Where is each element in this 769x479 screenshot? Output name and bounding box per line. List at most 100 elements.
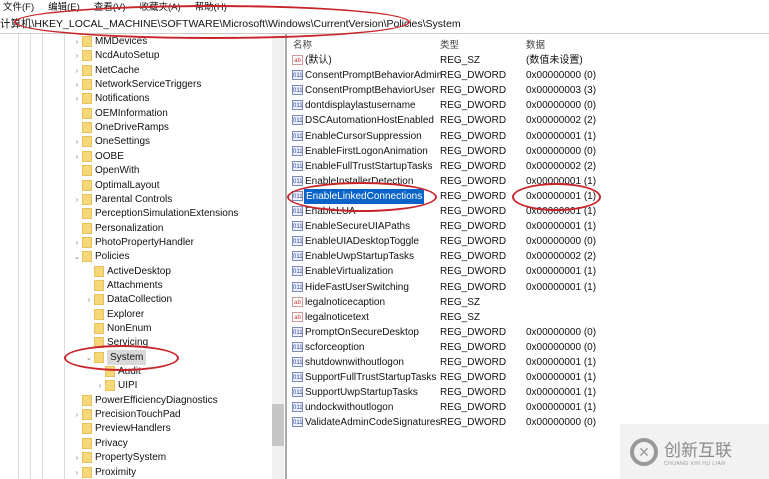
tree-item[interactable]: OEMInformation (72, 106, 168, 121)
value-row[interactable]: ab legalnoticetext REG_SZ (287, 310, 757, 325)
value-row[interactable]: 011 shutdownwithoutlogon REG_DWORD 0x000000… (287, 355, 757, 370)
folder-icon (82, 409, 92, 421)
value-row[interactable]: 011 SupportUwpStartupTasks REG_DWORD 0x0000… (287, 385, 757, 400)
tree-item[interactable]: PowerEfficiencyDiagnostics (72, 393, 218, 408)
tree-item[interactable]: › NcdAutoSetup (72, 48, 160, 63)
tree-guide-line (18, 34, 19, 479)
value-row[interactable]: 011 EnableCursorSuppression REG_DWORD 0x000… (287, 129, 757, 144)
chevron-right-icon[interactable]: › (72, 34, 82, 49)
menu-item[interactable]: 收藏夹(A) (139, 0, 180, 16)
tree-item[interactable]: › NetCache (72, 63, 139, 78)
value-row[interactable]: 011 EnableSecureUIAPaths REG_DWORD 0x000000… (287, 219, 757, 234)
tree-item[interactable]: › OneSettings (72, 134, 150, 149)
menu-item[interactable]: 帮助(H) (195, 0, 227, 16)
dword-value-icon: 011 (292, 266, 303, 277)
tree-item[interactable]: › MMDevices (72, 34, 147, 49)
chevron-right-icon[interactable]: › (72, 407, 82, 422)
tree-item[interactable]: PerceptionSimulationExtensions (72, 206, 238, 221)
column-header-type[interactable]: 类型 (440, 37, 459, 51)
value-row[interactable]: 011 EnableUIADesktopToggle REG_DWORD 0x0000… (287, 234, 757, 249)
tree-item[interactable]: › DataCollection (84, 292, 172, 307)
tree-item[interactable]: NonEnum (84, 321, 151, 336)
value-name: ConsentPromptBehaviorUser (305, 85, 436, 97)
value-name: SupportUwpStartupTasks (305, 387, 418, 399)
tree-item[interactable]: OptimalLayout (72, 178, 159, 193)
value-data: 0x00000000 (0) (526, 145, 597, 157)
value-type: REG_DWORD (440, 70, 507, 82)
value-row[interactable]: 011 dontdisplaylastusername REG_DWORD 0x000… (287, 98, 757, 113)
tree-item[interactable]: PreviewHandlers (72, 421, 171, 436)
value-row[interactable]: 011 ConsentPromptBehaviorAdmin REG_DWORD 0x… (287, 68, 757, 83)
value-row[interactable]: 011 ConsentPromptBehaviorUser REG_DWORD 0x0… (287, 83, 757, 98)
folder-icon (94, 294, 104, 306)
tree-item[interactable]: › Parental Controls (72, 192, 172, 207)
value-row[interactable]: ab legalnoticecaption REG_SZ (287, 295, 757, 310)
chevron-right-icon[interactable]: › (95, 378, 105, 393)
value-name: EnableUwpStartupTasks (305, 251, 414, 263)
chevron-right-icon[interactable]: › (72, 450, 82, 465)
value-row[interactable]: 011 undockwithoutlogon REG_DWORD 0x00000001… (287, 400, 757, 415)
folder-icon (82, 452, 92, 464)
value-row[interactable]: 011 EnableInstallerDetection REG_DWORD 0x00… (287, 174, 757, 189)
folder-icon (82, 36, 92, 47)
tree-item[interactable]: › UIPI (95, 378, 137, 393)
value-name: EnableFirstLogonAnimation (305, 145, 428, 157)
value-row[interactable]: 011 EnableUwpStartupTasks REG_DWORD 0x00000… (287, 249, 757, 264)
tree-scrollbar[interactable] (272, 34, 284, 479)
column-header-data[interactable]: 数据 (526, 37, 545, 51)
chevron-right-icon[interactable]: › (72, 149, 82, 164)
tree-item[interactable]: OneDriveRamps (72, 120, 169, 135)
chevron-right-icon[interactable]: › (72, 63, 82, 78)
chevron-right-icon[interactable]: › (72, 134, 82, 149)
tree-item[interactable]: › PrecisionTouchPad (72, 407, 181, 422)
value-row[interactable]: 011 DSCAutomationHostEnabled REG_DWORD 0x00… (287, 113, 757, 128)
tree-item[interactable]: Audit (95, 364, 141, 379)
value-row[interactable]: 011 PromptOnSecureDesktop REG_DWORD 0x00000… (287, 325, 757, 340)
tree-item[interactable]: › PhotoPropertyHandler (72, 235, 194, 250)
tree-item-label: PowerEfficiencyDiagnostics (95, 394, 218, 406)
value-row[interactable]: 011 scforceoption REG_DWORD 0x00000000 (0) (287, 340, 757, 355)
value-row[interactable]: 011 EnableFullTrustStartupTasks REG_DWORD 0… (287, 159, 757, 174)
chevron-right-icon[interactable]: › (72, 235, 82, 250)
value-row[interactable]: 011 EnableFirstLogonAnimation REG_DWORD 0x0… (287, 144, 757, 159)
chevron-right-icon[interactable]: › (72, 91, 82, 106)
value-data: 0x00000000 (0) (526, 341, 597, 353)
tree-item[interactable]: Attachments (84, 278, 163, 293)
tree-item[interactable]: ⌄ System (84, 349, 147, 365)
value-name: scforceoption (305, 341, 365, 353)
value-row[interactable]: ab (默认) REG_SZ (数值未设置) (287, 53, 757, 68)
value-row[interactable]: 011 EnableLUA REG_DWORD 0x00000001 (1) (287, 204, 757, 219)
value-data: 0x00000003 (3) (526, 85, 597, 97)
menu-item[interactable]: 查看(V) (94, 0, 126, 16)
scrollbar-thumb[interactable] (272, 404, 284, 446)
chevron-right-icon[interactable]: › (72, 48, 82, 63)
tree-item[interactable]: ⌄ Policies (72, 249, 129, 264)
address-bar[interactable]: 计算机\HKEY_LOCAL_MACHINE\SOFTWARE\Microsof… (0, 16, 769, 34)
value-row[interactable]: 011 EnableLinkedConnections REG_DWORD 0x000… (287, 188, 757, 204)
value-type: REG_DWORD (440, 175, 507, 187)
tree-item[interactable]: › Notifications (72, 91, 149, 106)
tree-item[interactable]: › OOBE (72, 149, 124, 164)
tree-item[interactable]: Explorer (84, 307, 144, 322)
tree-item[interactable]: › NetworkServiceTriggers (72, 77, 201, 92)
tree-item[interactable]: Privacy (72, 436, 128, 451)
value-type: REG_SZ (440, 55, 481, 66)
value-row[interactable]: 011 EnableVirtualization REG_DWORD 0x000000… (287, 264, 757, 279)
tree-item[interactable]: Servicing (84, 335, 148, 350)
tree-item[interactable]: Personalization (72, 221, 163, 236)
chevron-down-icon[interactable]: ⌄ (84, 350, 94, 365)
tree-item[interactable]: › PropertySystem (72, 450, 166, 465)
chevron-right-icon[interactable]: › (72, 192, 82, 207)
value-row[interactable]: 011 SupportFullTrustStartupTasks REG_DWORD… (287, 370, 757, 385)
value-row[interactable]: 011 HideFastUserSwitching REG_DWORD 0x00000… (287, 280, 757, 295)
chevron-right-icon[interactable]: › (72, 465, 82, 479)
menu-item[interactable]: 编辑(E) (48, 0, 80, 16)
chevron-right-icon[interactable]: › (72, 77, 82, 92)
menu-item[interactable]: 文件(F) (3, 0, 34, 16)
tree-item[interactable]: › Proximity (72, 465, 136, 479)
chevron-right-icon[interactable]: › (84, 292, 94, 307)
tree-item[interactable]: ActiveDesktop (84, 264, 171, 279)
chevron-down-icon[interactable]: ⌄ (72, 249, 82, 264)
column-header-name[interactable]: 名称 (293, 37, 312, 51)
tree-item[interactable]: OpenWith (72, 163, 139, 178)
